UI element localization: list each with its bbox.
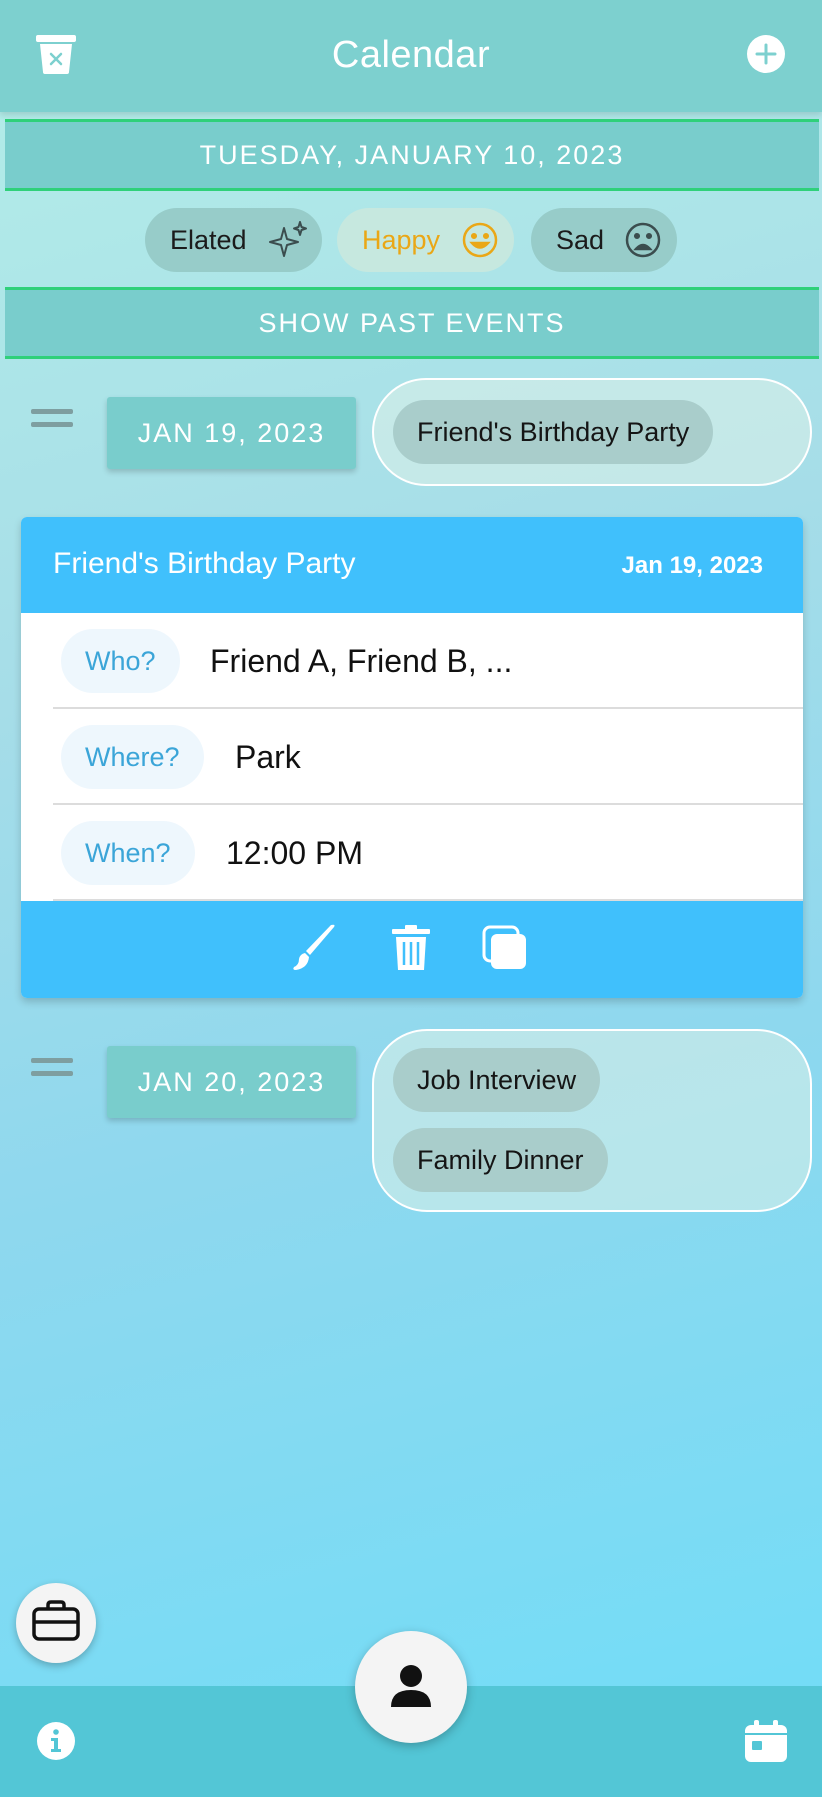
day-date-chip[interactable]: JAN 19, 2023 [107, 397, 356, 469]
add-circle-icon[interactable] [742, 30, 790, 78]
card-date: Jan 19, 2023 [621, 552, 763, 579]
when-label: When? [61, 821, 195, 885]
drag-handle[interactable] [31, 409, 73, 431]
calendar-icon[interactable] [742, 1717, 790, 1765]
profile-button[interactable] [355, 1631, 467, 1743]
who-label: Who? [61, 629, 180, 693]
frown-icon [623, 220, 663, 260]
briefcase-button[interactable] [16, 1583, 96, 1663]
mood-label: Elated [170, 224, 247, 255]
person-icon [389, 1663, 433, 1712]
detail-row-where: Where? Park [53, 709, 803, 805]
mood-label: Sad [556, 224, 605, 255]
day-events-box: Friend's Birthday Party [372, 378, 812, 486]
drag-handle[interactable] [31, 1058, 73, 1080]
info-icon[interactable] [32, 1717, 80, 1765]
detail-row-who: Who? Friend A, Friend B, ... [53, 613, 803, 709]
when-value: 12:00 PM [226, 835, 363, 871]
mood-sad-button[interactable]: Sad [531, 208, 677, 272]
app-header: Calendar [0, 0, 822, 112]
event-pill[interactable]: Family Dinner [393, 1128, 608, 1192]
delete-trash-icon[interactable] [386, 923, 436, 973]
card-actions [21, 901, 803, 998]
show-past-events-button[interactable]: SHOW PAST EVENTS [5, 287, 819, 359]
where-label: Where? [61, 725, 204, 789]
page-title: Calendar [331, 34, 491, 76]
event-pill[interactable]: Friend's Birthday Party [393, 400, 714, 464]
edit-brush-icon[interactable] [289, 923, 339, 973]
day-date-chip[interactable]: JAN 20, 2023 [107, 1046, 356, 1118]
mood-label: Happy [362, 224, 441, 255]
who-value: Friend A, Friend B, ... [210, 643, 513, 679]
card-header: Friend's Birthday Party Jan 19, 2023 [21, 517, 803, 613]
smile-icon [460, 220, 500, 260]
day-events-box: Job Interview Family Dinner [372, 1029, 812, 1212]
mood-happy-button[interactable]: Happy [337, 208, 514, 272]
selected-date-bar[interactable]: TUESDAY, JANUARY 10, 2023 [5, 119, 819, 191]
sparkles-icon [268, 220, 308, 260]
mood-elated-button[interactable]: Elated [145, 208, 322, 272]
briefcase-icon [32, 1599, 80, 1647]
mood-selector: Elated Happy Sad [0, 208, 822, 272]
event-pill[interactable]: Job Interview [393, 1048, 601, 1112]
duplicate-copy-icon[interactable] [480, 923, 530, 973]
where-value: Park [235, 739, 301, 775]
event-detail-card: Friend's Birthday Party Jan 19, 2023 Who… [21, 517, 803, 998]
card-title: Friend's Birthday Party [53, 547, 356, 580]
detail-row-when: When? 12:00 PM [53, 805, 803, 901]
